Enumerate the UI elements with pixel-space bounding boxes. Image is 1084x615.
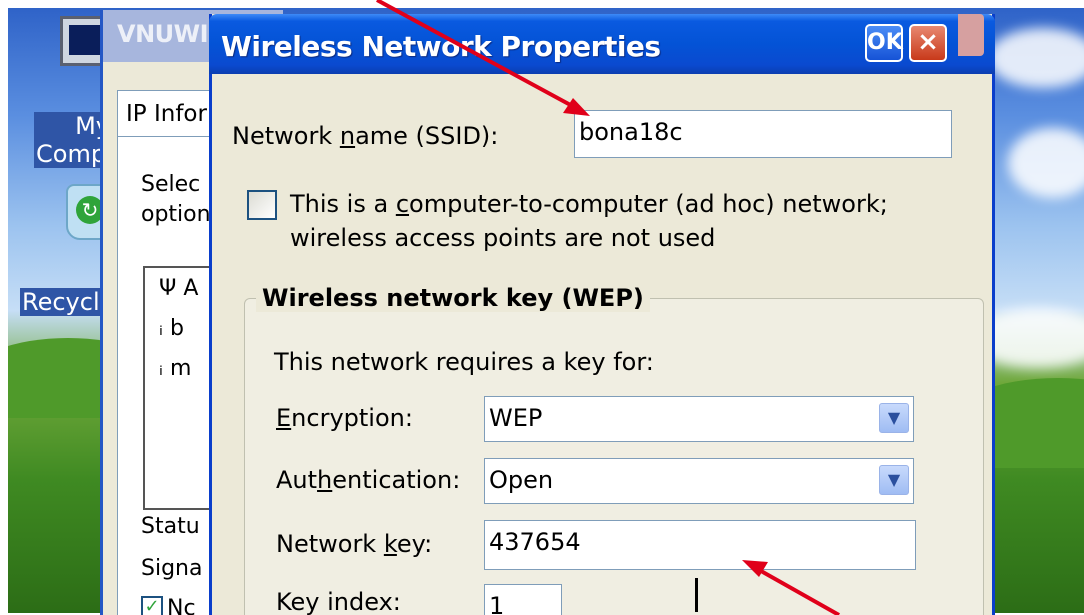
annotation-arrow	[753, 565, 840, 615]
annotation-arrows	[376, 0, 840, 615]
arrow-head	[563, 98, 590, 116]
screen: My Compu ↻ Recycle VNUWI IP Infor Selec …	[0, 0, 1084, 615]
annotation-arrow	[376, 0, 577, 110]
